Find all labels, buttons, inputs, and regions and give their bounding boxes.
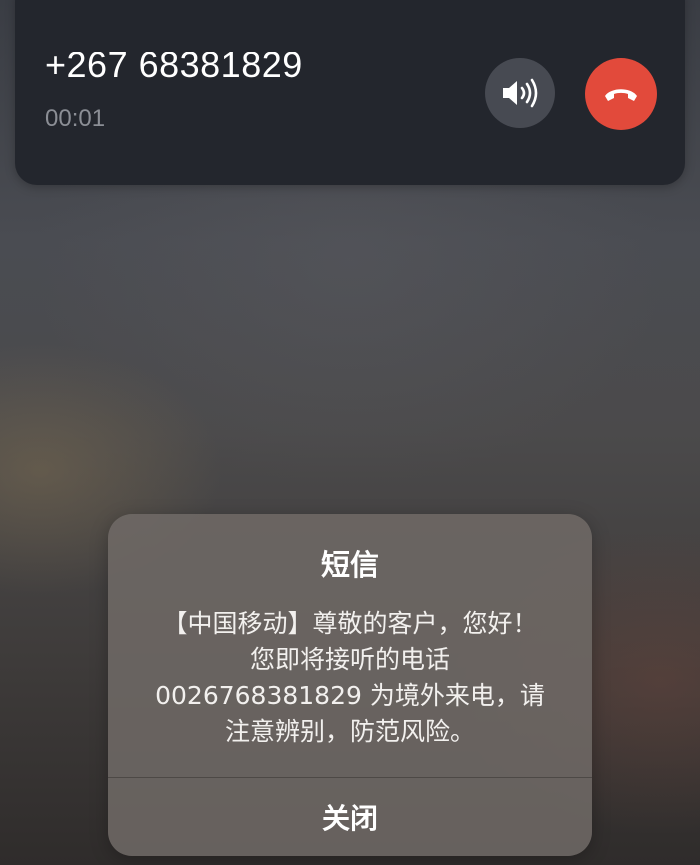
phone-hangup-icon [605, 89, 637, 101]
alert-message-line: 0026768381829 为境外来电，请 [155, 681, 545, 710]
call-banner[interactable]: +267 68381829 00:01 [15, 0, 685, 185]
sms-alert-dialog: 短信 【中国移动】尊敬的客户，您好！ 您即将接听的电话 002676838182… [108, 514, 592, 856]
alert-title: 短信 [320, 548, 379, 582]
caller-number: +267 68381829 [45, 52, 303, 85]
end-call-button[interactable] [585, 58, 657, 130]
close-button[interactable]: 关闭 [108, 778, 592, 856]
speaker-button[interactable] [485, 58, 555, 128]
call-duration: 00:01 [45, 105, 106, 132]
alert-message-line: 注意辨别，防范风险。 [224, 717, 475, 746]
screen: +267 68381829 00:01 短信 【中国移动】尊敬的客户，您好！ 您… [0, 0, 700, 865]
alert-message-line: 您即将接听的电话 [249, 645, 450, 674]
speaker-icon [503, 78, 538, 108]
alert-message-line: 【中国移动】尊敬的客户，您好！ [162, 609, 538, 638]
alert-message: 【中国移动】尊敬的客户，您好！ 您即将接听的电话 0026768381829 为… [128, 606, 572, 750]
